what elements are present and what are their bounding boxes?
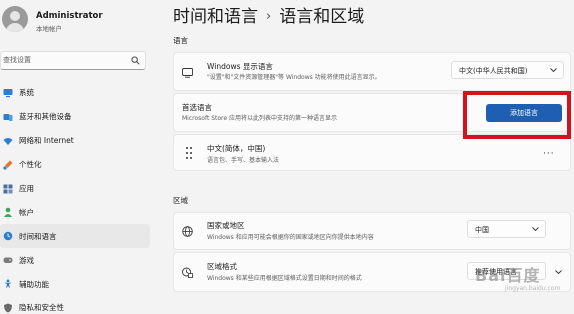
sidebar-item-accessibility[interactable]: 辅助功能 (0, 272, 150, 296)
display-language-value: 中文(中华人民共和国) (459, 67, 528, 75)
installed-language-title: 中文(简体，中国) (207, 144, 266, 153)
sidebar-item-gaming[interactable]: 游戏 (0, 248, 150, 272)
country-region-value: 中国 (475, 226, 489, 234)
sidebar-item-time-language[interactable]: 时间和语言 (0, 224, 150, 249)
country-region-card: 国家或地区 Windows 和应用可能会根据你的国家或地区向你提供本地内容 中国 (173, 212, 571, 250)
installed-language-row[interactable]: 中文(简体，中国) 语言包、手写、基本输入法 (173, 134, 571, 171)
sidebar-item-label: 应用 (19, 184, 34, 193)
sidebar: Administrator 本地帐户 查找设置 系统 蓝牙和其他设备 网络和 I… (0, 0, 156, 314)
accessibility-icon (4, 279, 12, 289)
sidebar-item-label: 隐私和安全性 (19, 303, 64, 313)
page-title: 语言和区域 (279, 7, 365, 27)
sidebar-item-label: 系统 (19, 88, 34, 98)
monitor-icon (3, 88, 13, 98)
regional-format-desc: Windows 和某些应用根据区域格式设置日期和时间的格式 (207, 275, 362, 282)
highlight-box (463, 91, 571, 139)
search-icon[interactable] (131, 56, 140, 65)
shield-icon (4, 303, 12, 313)
country-region-dropdown[interactable]: 中国 (467, 220, 546, 238)
sidebar-item-network[interactable]: 网络和 Internet (0, 129, 150, 153)
section-label-language: 语言 (173, 36, 188, 45)
brush-icon (3, 160, 13, 170)
sidebar-item-personalization[interactable]: 个性化 (0, 153, 150, 177)
section-label-region: 区域 (173, 196, 188, 205)
installed-language-desc: 语言包、手写、基本输入法 (207, 157, 280, 164)
drag-handle-icon[interactable] (185, 146, 193, 160)
preferred-languages-title: 首选语言 (182, 103, 212, 112)
sidebar-item-system[interactable]: 系统 (0, 81, 150, 105)
account-type: 本地帐户 (36, 25, 62, 33)
breadcrumb-separator: › (266, 9, 272, 24)
search-input[interactable]: 查找设置 (0, 51, 146, 70)
gamepad-icon (3, 257, 13, 264)
bluetooth-icon (3, 113, 13, 121)
wifi-icon (3, 137, 13, 145)
preferred-languages-desc: Microsoft Store 应用将以此列表中支持的第一种语言显示 (182, 115, 337, 122)
sidebar-item-label: 网络和 Internet (19, 136, 74, 146)
display-language-title: Windows 显示语言 (207, 62, 273, 71)
sidebar-item-label: 帐户 (19, 207, 34, 217)
chevron-down-icon[interactable] (555, 270, 562, 274)
breadcrumb-parent[interactable]: 时间和语言 (173, 7, 258, 27)
chevron-down-icon (532, 227, 539, 231)
sidebar-item-label: 辅助功能 (19, 279, 49, 289)
display-language-card: Windows 显示语言 "设置"和"文件资源管理器"等 Windows 功能将… (173, 52, 571, 91)
sidebar-item-label: 时间和语言 (19, 231, 57, 241)
sidebar-item-apps[interactable]: 应用 (0, 177, 150, 201)
sidebar-item-label: 游戏 (19, 255, 34, 265)
sidebar-item-accounts[interactable]: 帐户 (0, 200, 150, 224)
sidebar-item-label: 个性化 (19, 160, 42, 170)
watermark-logo: Bai百度 (475, 266, 541, 285)
breadcrumb: 时间和语言 › 语言和区域 (173, 2, 364, 27)
chevron-down-icon (550, 68, 557, 72)
clock-globe-icon (3, 231, 13, 241)
sidebar-nav: 系统 蓝牙和其他设备 网络和 Internet 个性化 应用 帐户 时间和语言 (0, 81, 150, 314)
country-region-desc: Windows 和应用可能会根据你的国家或地区向你提供本地内容 (207, 234, 374, 241)
avatar[interactable] (2, 6, 28, 32)
regional-format-icon (182, 267, 193, 278)
more-options-button[interactable]: ··· (543, 149, 555, 159)
sidebar-item-bluetooth[interactable]: 蓝牙和其他设备 (0, 105, 150, 129)
user-name: Administrator (36, 11, 103, 21)
watermark-url: jingyan.baidu.com (505, 285, 561, 292)
regional-format-title: 区域格式 (207, 262, 237, 271)
sidebar-item-label: 蓝牙和其他设备 (19, 112, 72, 122)
country-region-title: 国家或地区 (207, 221, 245, 230)
display-language-dropdown[interactable]: 中文(中华人民共和国) (451, 61, 564, 79)
display-monitor-icon (182, 68, 193, 78)
display-language-desc: "设置"和"文件资源管理器"等 Windows 功能将使用此语言显示。 (207, 74, 381, 81)
sidebar-item-privacy[interactable]: 隐私和安全性 (0, 296, 150, 314)
globe-icon (182, 226, 193, 237)
apps-icon (3, 184, 13, 193)
person-icon (4, 208, 12, 218)
search-placeholder: 查找设置 (3, 56, 31, 64)
